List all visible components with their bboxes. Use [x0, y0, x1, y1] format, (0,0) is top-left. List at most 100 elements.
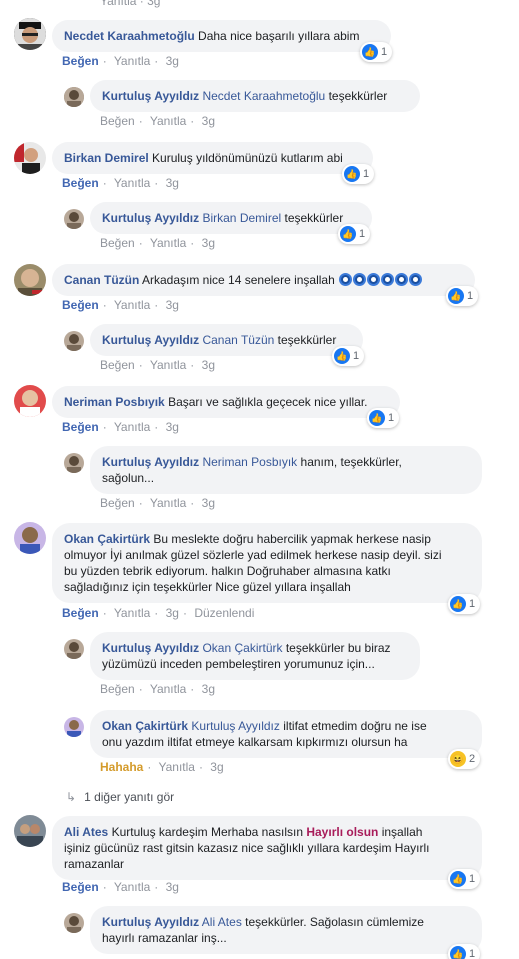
reply-button[interactable]: Yanıtla	[150, 236, 186, 250]
reaction-count-text: 2	[469, 753, 476, 765]
reaction-count[interactable]: 😆 2	[448, 749, 481, 769]
avatar[interactable]	[64, 639, 84, 659]
comment-time[interactable]: 3g	[202, 358, 215, 372]
reply-button[interactable]: Yanıtla	[114, 54, 150, 68]
comment-author[interactable]: Kurtuluş Ayyıldız	[102, 89, 199, 103]
thumbs-up-icon: 👍	[450, 596, 466, 612]
comment-time[interactable]: 3g	[202, 236, 215, 250]
comment-text: iltifat etmedim doğru ne ise	[283, 719, 427, 733]
reply-button[interactable]: Yanıtla	[114, 298, 150, 312]
comment-time[interactable]: 3g	[202, 496, 215, 510]
reply-button[interactable]: Yanıtla	[114, 606, 150, 620]
reply-button[interactable]: Yanıtla	[150, 358, 186, 372]
comment-author[interactable]: Kurtuluş Ayyıldız	[102, 333, 199, 347]
avatar-image	[64, 913, 84, 933]
reaction-count[interactable]: 👍 1	[448, 594, 481, 614]
comment-author[interactable]: Okan Çakirtürk	[102, 719, 188, 733]
reaction-count[interactable]: 👍 1	[448, 944, 481, 959]
comment-actions: Beğen · Yanıtla · 3g · Düzenlendi	[62, 606, 255, 620]
reaction-count[interactable]: 👍 1	[338, 224, 371, 244]
avatar[interactable]	[64, 453, 84, 473]
comment-time[interactable]: 3g	[166, 176, 179, 190]
nazar-eye-icon	[353, 273, 367, 286]
reply-button[interactable]: Yanıtla	[114, 420, 150, 434]
comment-author[interactable]: Kurtuluş Ayyıldız	[102, 915, 199, 929]
reaction-count[interactable]: 👍 1	[367, 408, 400, 428]
reaction-count[interactable]: 👍 1	[342, 164, 375, 184]
comment-author[interactable]: Birkan Demirel	[64, 151, 149, 165]
comment-time[interactable]: 3g	[166, 606, 179, 620]
reaction-count[interactable]: 👍 1	[446, 286, 479, 306]
top-meta-text: Yanıtla · 3g	[100, 0, 161, 8]
highlighted-phrase[interactable]: Hayırlı olsun	[306, 825, 378, 839]
avatar[interactable]	[14, 18, 46, 50]
comment-author[interactable]: Canan Tüzün	[64, 273, 139, 287]
comment-mention[interactable]: Birkan Demirel	[202, 211, 281, 225]
reaction-count-text: 1	[388, 412, 395, 424]
comment-mention[interactable]: Okan Çakirtürk	[202, 641, 282, 655]
reply-button[interactable]: Yanıtla	[158, 760, 194, 774]
thumbs-up-icon: 👍	[340, 226, 356, 242]
like-button[interactable]: Beğen	[100, 682, 135, 696]
comment-time[interactable]: 3g	[166, 880, 179, 894]
comment-author[interactable]: Kurtuluş Ayyıldız	[102, 455, 199, 469]
comment-time[interactable]: 3g	[210, 760, 223, 774]
comment-text: teşekkürler. Sağolasın cümlemize	[245, 915, 424, 929]
reaction-count[interactable]: 👍 1	[448, 869, 481, 889]
avatar[interactable]	[64, 717, 84, 737]
reply-button[interactable]: Yanıtla	[150, 682, 186, 696]
comment-time[interactable]: 3g	[166, 298, 179, 312]
like-button[interactable]: Beğen	[62, 606, 99, 620]
comment-mention[interactable]: Neriman Posbıyık	[202, 455, 297, 469]
avatar[interactable]	[64, 913, 84, 933]
comment-author[interactable]: Neriman Posbıyık	[64, 395, 165, 409]
like-button[interactable]: Beğen	[62, 298, 99, 312]
avatar[interactable]	[14, 264, 46, 296]
reply-bubble: Kurtuluş Ayyıldız Okan Çakirtürk teşekkü…	[90, 632, 420, 680]
comment-author[interactable]: Kurtuluş Ayyıldız	[102, 641, 199, 655]
like-button[interactable]: Beğen	[100, 496, 135, 510]
reply-button[interactable]: Yanıtla	[114, 880, 150, 894]
avatar[interactable]	[14, 815, 46, 847]
comment-time[interactable]: 3g	[166, 420, 179, 434]
reaction-count[interactable]: 👍 1	[332, 346, 365, 366]
like-button[interactable]: Beğen	[62, 176, 99, 190]
avatar[interactable]	[14, 522, 46, 554]
like-button[interactable]: Beğen	[62, 54, 99, 68]
comment-time[interactable]: 3g	[202, 114, 215, 128]
thumbs-up-icon: 👍	[450, 946, 466, 959]
like-button[interactable]: Beğen	[100, 358, 135, 372]
reply-button[interactable]: Yanıtla	[114, 176, 150, 190]
thumbs-up-icon: 👍	[344, 166, 360, 182]
reply-button[interactable]: Yanıtla	[150, 114, 186, 128]
avatar[interactable]	[14, 385, 46, 417]
comment-mention[interactable]: Kurtuluş Ayyıldız	[191, 719, 280, 733]
like-button[interactable]: Beğen	[100, 114, 135, 128]
comment-text-line: sağolun...	[102, 471, 155, 485]
comment-author[interactable]: Ali Ates	[64, 825, 108, 839]
avatar-image	[14, 264, 46, 296]
haha-reaction-button[interactable]: Hahaha	[100, 760, 143, 774]
comment-author[interactable]: Necdet Karaahmetoğlu	[64, 29, 195, 43]
reaction-count-text: 1	[381, 46, 388, 58]
like-button[interactable]: Beğen	[100, 236, 135, 250]
comment-author[interactable]: Kurtuluş Ayyıldız	[102, 211, 199, 225]
comment-author[interactable]: Okan Çakirtürk	[64, 532, 150, 546]
comment-time[interactable]: 3g	[202, 682, 215, 696]
thumbs-up-icon: 👍	[448, 288, 464, 304]
reaction-count[interactable]: 👍 1	[360, 42, 393, 62]
avatar[interactable]	[64, 331, 84, 351]
comment-text-line: yüzümüzü inceden pembeleştiren yorumunuz…	[102, 657, 375, 671]
comment-mention[interactable]: Canan Tüzün	[202, 333, 274, 347]
avatar[interactable]	[64, 209, 84, 229]
avatar[interactable]	[14, 142, 46, 174]
view-more-replies-link[interactable]: ↳ 1 diğer yanıtı gör	[66, 790, 174, 804]
comment-time[interactable]: 3g	[166, 54, 179, 68]
edited-label[interactable]: Düzenlendi	[194, 606, 254, 620]
like-button[interactable]: Beğen	[62, 880, 99, 894]
avatar[interactable]	[64, 87, 84, 107]
like-button[interactable]: Beğen	[62, 420, 99, 434]
comment-mention[interactable]: Necdet Karaahmetoğlu	[202, 89, 325, 103]
comment-mention[interactable]: Ali Ates	[202, 915, 242, 929]
reply-button[interactable]: Yanıtla	[150, 496, 186, 510]
